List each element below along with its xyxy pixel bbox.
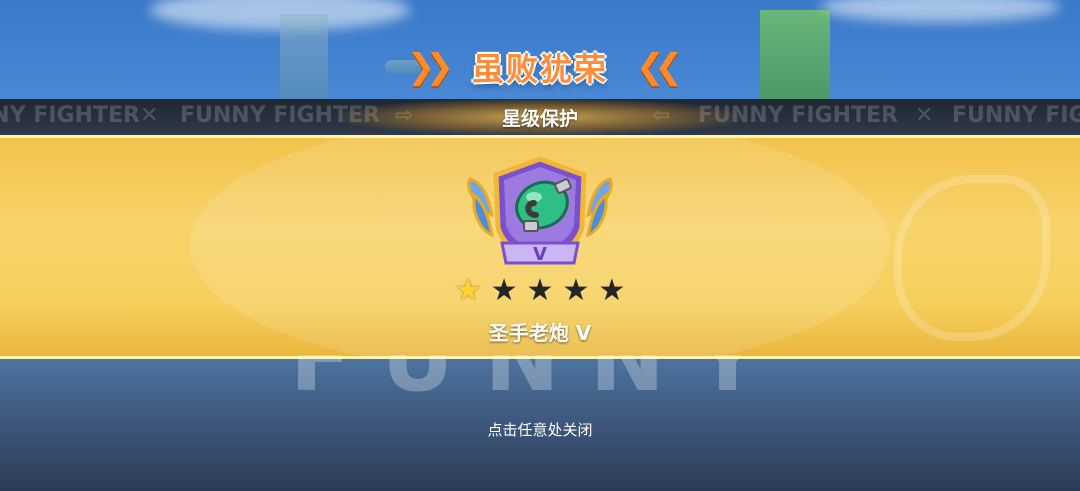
star-empty-icon: ★ (526, 273, 554, 308)
floor-logo-text: FUNNY (289, 355, 791, 412)
chevron-right-icon: ❯❯ (407, 47, 454, 87)
star-empty-icon: ★ (598, 273, 626, 308)
floor-logo: FUNNY (140, 355, 940, 415)
star-filled-icon: ★ (454, 273, 482, 308)
star-empty-icon: ★ (562, 273, 590, 308)
result-title-row: ❯❯ 虽败犹荣 ❮❮ (0, 44, 1080, 90)
rank-name: 圣手老炮 V (488, 321, 592, 345)
star-rating: ★ ★ ★ ★ ★ (0, 276, 1080, 306)
cloud (820, 0, 1060, 22)
chevron-left-icon: ❮❮ (636, 47, 683, 87)
badge-roman-numeral: V (533, 244, 547, 265)
subtitle: 星级保护 (501, 108, 578, 130)
cannon-hand-rank-badge-icon: V (467, 156, 613, 265)
star-empty-icon: ★ (490, 273, 518, 308)
close-hint[interactable]: 点击任意处关闭 (0, 419, 1080, 440)
result-title: 虽败犹荣 (471, 50, 608, 88)
